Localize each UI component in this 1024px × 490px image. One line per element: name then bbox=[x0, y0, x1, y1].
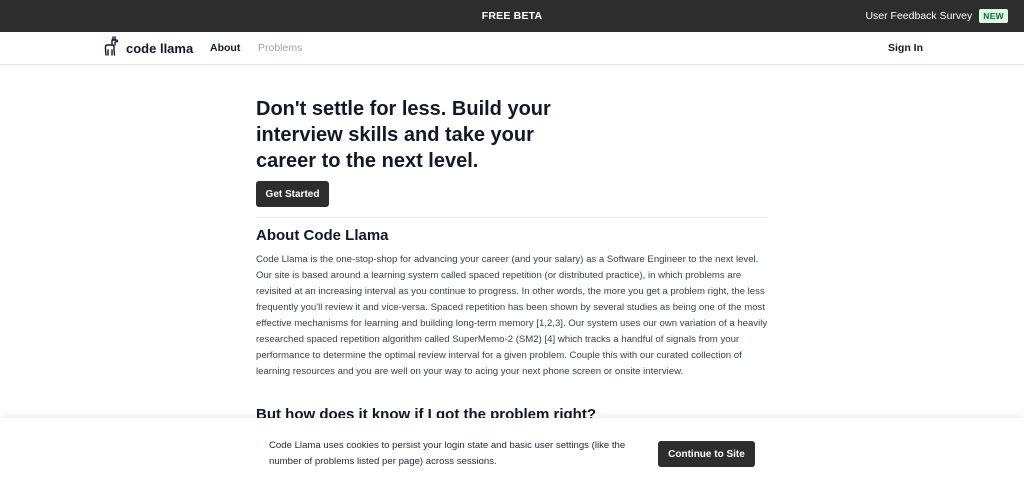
cookie-text: Code Llama uses cookies to persist your … bbox=[269, 440, 626, 467]
llama-icon bbox=[104, 35, 120, 61]
about-title: About Code Llama bbox=[256, 227, 389, 244]
divider bbox=[256, 217, 768, 218]
sign-in-link[interactable]: Sign In bbox=[888, 32, 923, 65]
new-badge: NEW bbox=[979, 9, 1008, 23]
logo-text: code llama bbox=[126, 40, 194, 56]
get-started-button[interactable]: Get Started bbox=[256, 181, 329, 207]
nav-link-problems[interactable]: Problems bbox=[258, 32, 302, 65]
cookie-banner: Code Llama uses cookies to persist your … bbox=[0, 418, 1024, 490]
logo-link[interactable]: code llama bbox=[104, 35, 194, 61]
about-body: Code Llama is the one-stop-shop for adva… bbox=[256, 254, 768, 377]
hero-title: Don't settle for less. Build your interv… bbox=[256, 98, 551, 172]
nav-link-about[interactable]: About bbox=[210, 32, 240, 65]
top-banner: FREE BETA User Feedback Survey NEW bbox=[0, 0, 1024, 32]
feedback-survey-link[interactable]: User Feedback Survey NEW bbox=[865, 0, 1008, 32]
main-content: Don't settle for less. Build your interv… bbox=[256, 96, 768, 423]
navbar: code llama About Problems Sign In bbox=[0, 32, 1024, 65]
continue-to-site-button[interactable]: Continue to Site bbox=[658, 441, 755, 467]
feedback-survey-label[interactable]: User Feedback Survey bbox=[865, 10, 972, 22]
